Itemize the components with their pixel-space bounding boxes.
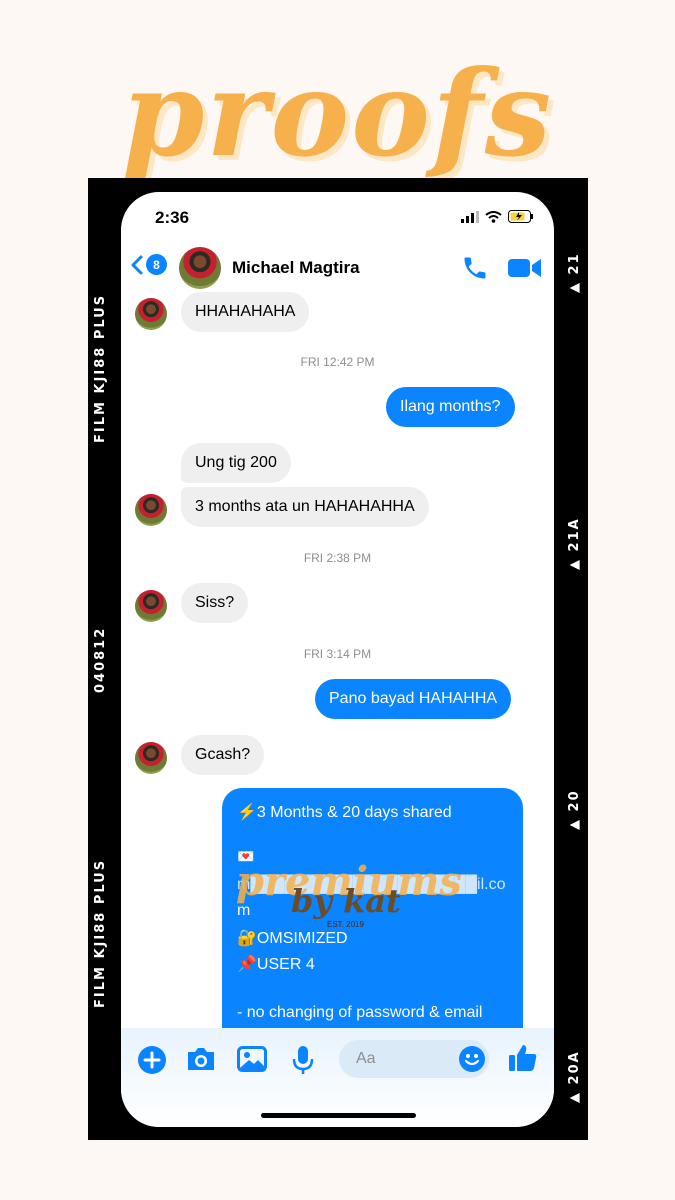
details-line: 📌USER 4: [237, 956, 315, 973]
message-avatar: [135, 494, 167, 526]
film-label-top: FILM KJI88 PLUS: [93, 293, 108, 443]
message-bubble: Gcash?: [181, 735, 265, 775]
message-avatar: [135, 298, 167, 330]
phone-call-icon[interactable]: [461, 254, 489, 282]
signal-icon: [461, 210, 479, 223]
message-input-placeholder: Aa: [356, 1050, 376, 1067]
message-bubble-sent: Ilang months?: [386, 387, 515, 427]
page-title: proofs: [121, 44, 554, 183]
message-bubble-sent: Pano bayad HAHAHHA: [315, 679, 512, 719]
camera-icon[interactable]: [185, 1045, 217, 1073]
emoji-icon[interactable]: [458, 1045, 486, 1073]
video-call-icon[interactable]: [508, 257, 542, 279]
film-number-21: ▲ 21: [567, 252, 582, 293]
film-number-21a: ▲ 21A: [567, 517, 582, 570]
home-indicator: [261, 1113, 416, 1118]
message-bubble: 3 months ata un HAHAHAHHA: [181, 487, 429, 527]
details-line: - no changing of password & email: [237, 1004, 483, 1021]
status-icons: [461, 210, 534, 223]
message-avatar: [135, 742, 167, 774]
contact-avatar[interactable]: [179, 247, 221, 289]
timestamp: FRI 2:38 PM: [303, 551, 372, 565]
gallery-icon[interactable]: [237, 1045, 267, 1073]
timestamp: FRI 3:14 PM: [303, 647, 372, 661]
details-line: ⚡️3 Months & 20 days shared: [237, 804, 452, 821]
film-label-mid: 040812: [93, 626, 108, 693]
message-avatar: [135, 590, 167, 622]
plus-icon[interactable]: [137, 1045, 167, 1075]
battery-icon: [508, 210, 533, 223]
message-bubble: Siss?: [181, 583, 249, 623]
film-number-20a: ▲ 20A: [567, 1050, 582, 1103]
chat-header: 8 Michael Magtira: [121, 244, 554, 292]
phone-screen: 2:36 8 Michael Magtira HHAHAHAHA FRI 12:…: [121, 192, 554, 1127]
back-button[interactable]: 8: [131, 254, 167, 275]
watermark-logo: premiums by kat EST. 2019: [236, 858, 462, 929]
contact-name[interactable]: Michael Magtira: [232, 258, 360, 278]
thumbs-up-icon[interactable]: [507, 1042, 539, 1074]
chevron-left-icon: [131, 255, 143, 274]
film-number-20: ▲ 20: [567, 789, 582, 830]
film-label-bottom: FILM KJI88 PLUS: [93, 858, 108, 1008]
timestamp: FRI 12:42 PM: [300, 355, 375, 369]
status-time: 2:36: [155, 208, 190, 227]
unread-badge: 8: [146, 254, 167, 275]
message-input[interactable]: Aa: [339, 1040, 489, 1078]
microphone-icon[interactable]: [291, 1044, 315, 1076]
message-bubble: Ung tig 200: [181, 443, 291, 483]
wifi-icon: [485, 210, 502, 223]
message-bubble: HHAHAHAHA: [181, 292, 310, 332]
